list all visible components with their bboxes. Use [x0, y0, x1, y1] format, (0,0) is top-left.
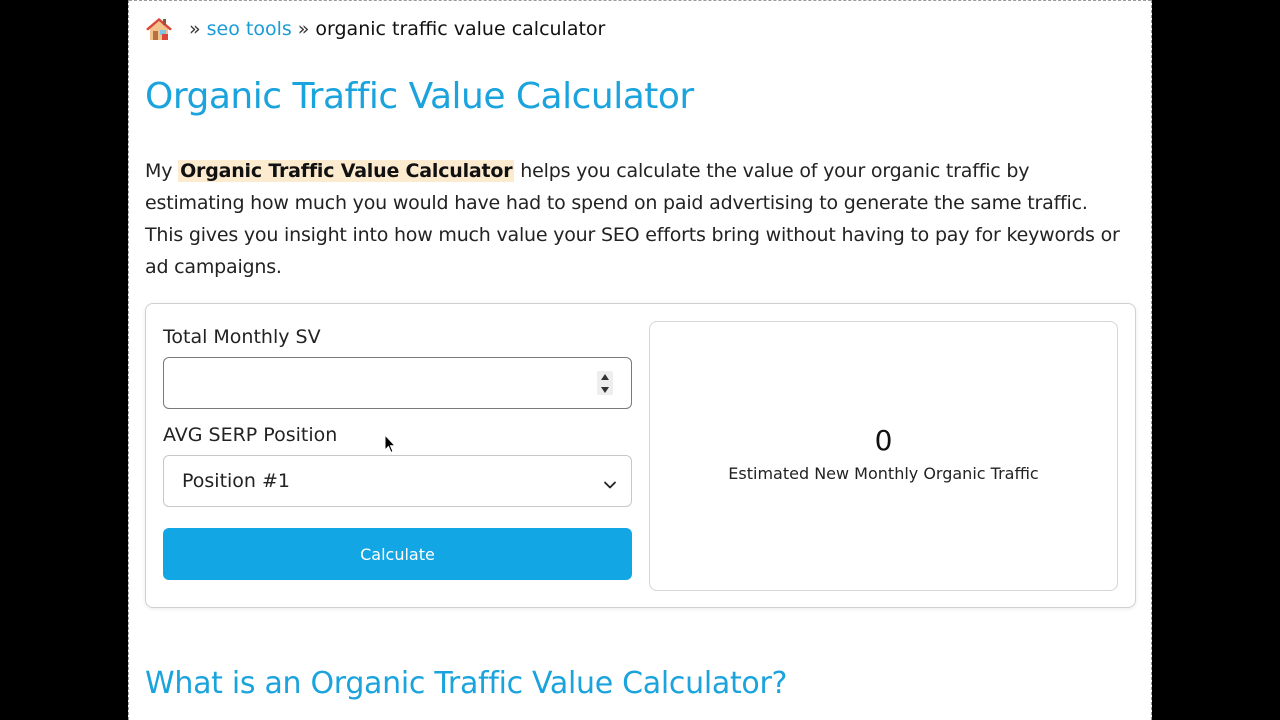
- chevron-down-icon[interactable]: [597, 384, 613, 395]
- result-value: 0: [874, 424, 893, 457]
- chevron-down-icon: [603, 475, 617, 489]
- result-label: Estimated New Monthly Organic Traffic: [728, 464, 1039, 483]
- intro-highlight: Organic Traffic Value Calculator: [178, 160, 515, 182]
- home-icon[interactable]: [145, 15, 173, 43]
- intro-prefix: My: [145, 160, 179, 182]
- serp-position-selected: Position #1: [182, 470, 291, 492]
- result-panel: 0 Estimated New Monthly Organic Traffic: [649, 321, 1118, 591]
- section-heading: What is an Organic Traffic Value Calcula…: [145, 666, 788, 701]
- chevron-up-icon[interactable]: [597, 371, 613, 382]
- serp-position-select[interactable]: Position #1: [163, 455, 632, 507]
- calculate-button[interactable]: Calculate: [163, 528, 632, 580]
- calculator-card: Total Monthly SV AVG SERP Position Posit…: [145, 303, 1136, 608]
- breadcrumb-separator: »: [297, 18, 310, 40]
- page-content: » seo tools » organic traffic value calc…: [128, 0, 1152, 720]
- serp-position-label: AVG SERP Position: [163, 424, 338, 446]
- breadcrumb: » seo tools » organic traffic value calc…: [145, 14, 605, 44]
- monthly-sv-input[interactable]: [164, 358, 631, 408]
- breadcrumb-current: organic traffic value calculator: [315, 18, 606, 40]
- mouse-pointer-icon: [384, 433, 397, 454]
- number-spinner[interactable]: [597, 371, 613, 395]
- sv-label: Total Monthly SV: [163, 326, 321, 348]
- breadcrumb-separator: »: [189, 18, 201, 40]
- page-title: Organic Traffic Value Calculator: [145, 76, 694, 117]
- sv-input-wrapper: [163, 357, 632, 454]
- intro-paragraph: My Organic Traffic Value Calculator help…: [145, 155, 1130, 283]
- breadcrumb-link-seo-tools[interactable]: seo tools: [207, 18, 292, 40]
